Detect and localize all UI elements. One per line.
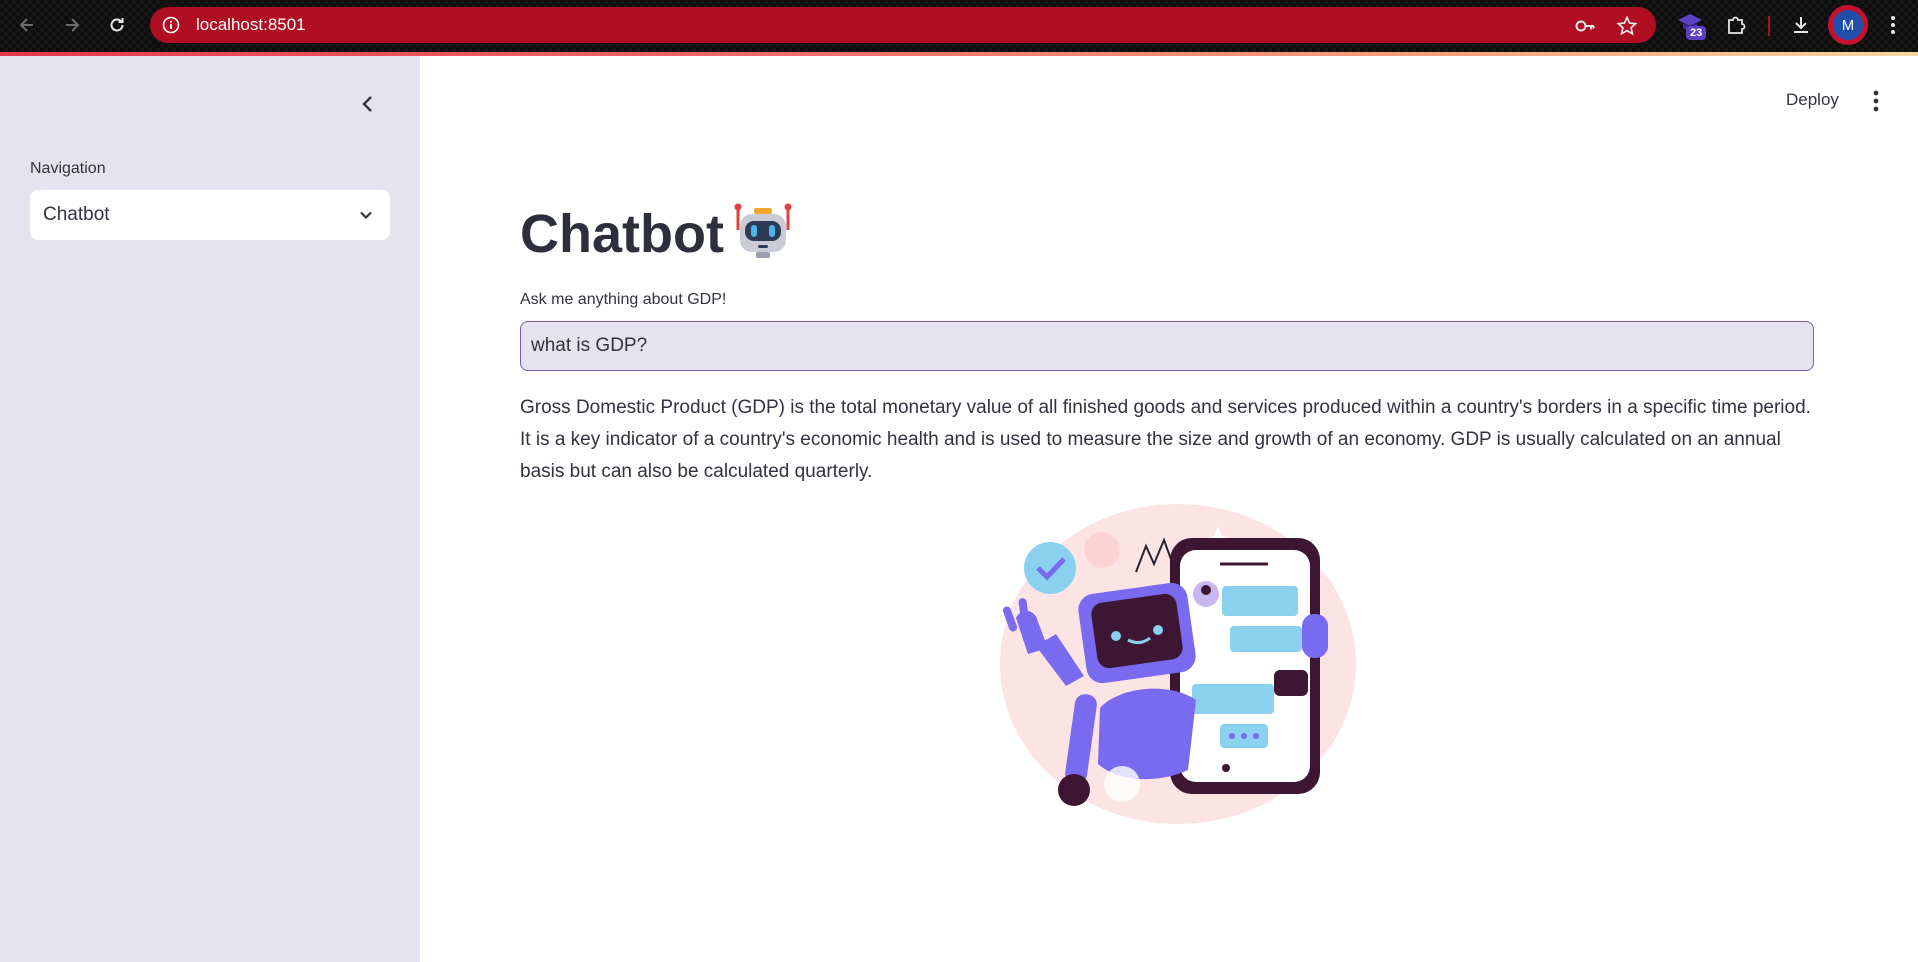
address-bar[interactable]: localhost:8501 [150,7,1656,43]
back-arrow-icon [19,18,33,32]
extensions-button[interactable] [1719,8,1753,42]
robot-chatting-illustration [1000,504,1356,824]
main-content: Deploy Chatbot Ask me anything about GDP… [420,56,1918,962]
puzzle-piece-icon [1728,16,1746,34]
robot-face-icon [734,203,792,258]
toolbar-divider [1768,16,1770,36]
bookmark-star-icon[interactable] [1616,15,1638,37]
browser-menu-button[interactable] [1876,8,1910,42]
deploy-button[interactable]: Deploy [1786,90,1839,110]
site-info-icon[interactable] [162,16,180,34]
chevron-down-icon [360,211,372,220]
collapse-sidebar-button[interactable] [354,90,382,118]
url-text: localhost:8501 [196,15,306,34]
back-button[interactable] [10,8,44,42]
forward-arrow-icon [66,18,80,32]
profile-initial: M [1833,10,1863,40]
navigation-select[interactable]: Chatbot [30,190,390,240]
password-key-icon[interactable] [1574,15,1596,37]
reload-button[interactable] [100,8,134,42]
chevron-left-icon [362,96,372,112]
vertical-dots-icon [1891,16,1895,34]
navigation-selected-value: Chatbot [43,204,110,225]
extension-button[interactable]: 23 [1676,12,1708,44]
chat-input-label: Ask me anything about GDP! [520,291,727,308]
chat-input[interactable] [520,321,1814,371]
browser-toolbar: localhost:8501 23 M [0,0,1918,52]
navigation-label: Navigation [30,160,106,177]
sidebar: Navigation Chatbot [0,56,420,962]
reload-icon [110,18,124,32]
main-menu-icon[interactable] [1864,88,1888,114]
downloads-button[interactable] [1784,8,1818,42]
chatbot-answer: Gross Domestic Product (GDP) is the tota… [520,397,1811,482]
download-icon [1794,17,1808,33]
profile-avatar[interactable]: M [1828,5,1868,45]
forward-button[interactable] [55,8,89,42]
extension-badge: 23 [1686,26,1707,40]
page-title: Chatbot [520,204,724,264]
